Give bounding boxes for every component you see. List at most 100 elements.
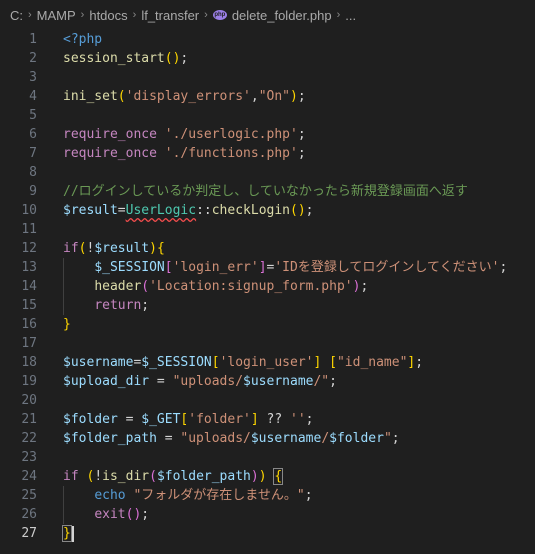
- breadcrumb-item-drive[interactable]: C:: [10, 8, 23, 23]
- code-line[interactable]: 1 <?php: [0, 30, 535, 49]
- code-line[interactable]: 19 $upload_dir = "uploads/$username/";: [0, 372, 535, 391]
- code-line[interactable]: 22 $folder_path = "uploads/$username/$fol…: [0, 429, 535, 448]
- code-token: $folder_path: [156, 469, 251, 484]
- code-token: if: [63, 241, 79, 256]
- code-line[interactable]: 13 $_SESSION['login_err']='IDを登録してログインして…: [0, 258, 535, 277]
- code-line[interactable]: 3: [0, 68, 535, 87]
- code-line[interactable]: 23: [0, 448, 535, 467]
- code-line[interactable]: 21 $folder = $_GET['folder'] ?? '';: [0, 410, 535, 429]
- line-number: 23: [21, 450, 37, 465]
- code-token: (: [141, 279, 150, 294]
- code-token: ;: [297, 127, 306, 142]
- code-text: echo "フォルダが存在しません。";: [63, 486, 312, 505]
- code-line[interactable]: 6 require_once './userlogic.php';: [0, 125, 535, 144]
- code-token: !: [94, 469, 103, 484]
- code-line[interactable]: 25 echo "フォルダが存在しません。";: [0, 486, 535, 505]
- code-line[interactable]: 5: [0, 106, 535, 125]
- code-token: $_SESSION: [141, 355, 212, 370]
- line-number: 13: [21, 260, 37, 275]
- code-line[interactable]: 26 exit();: [0, 505, 535, 524]
- code-token: checkLogin: [211, 203, 291, 218]
- breadcrumb-more[interactable]: ...: [345, 8, 356, 23]
- code-line[interactable]: 7 require_once './functions.php';: [0, 144, 535, 163]
- line-number: 8: [29, 165, 37, 180]
- code-token: 'Location:signup_form.php': [149, 279, 353, 294]
- code-text: exit();: [63, 505, 149, 524]
- code-token: (: [117, 89, 126, 104]
- code-line[interactable]: 8: [0, 163, 535, 182]
- code-text: return;: [63, 296, 149, 315]
- code-token: //ログインしているか判定し、していなかったら新規登録画面へ返す: [63, 184, 468, 199]
- line-number: 6: [29, 127, 37, 142]
- code-line[interactable]: 17: [0, 334, 535, 353]
- line-number: 15: [21, 298, 37, 313]
- code-line[interactable]: 11: [0, 220, 535, 239]
- code-token: ;: [297, 146, 306, 161]
- code-text: $upload_dir = "uploads/$username/";: [63, 372, 337, 391]
- code-text: }: [63, 315, 71, 334]
- line-number: 25: [21, 488, 37, 503]
- code-line[interactable]: 15 return;: [0, 296, 535, 315]
- code-line[interactable]: 27}: [0, 524, 535, 543]
- code-line[interactable]: 12 if(!$result){: [0, 239, 535, 258]
- line-number: 21: [21, 412, 37, 427]
- code-line[interactable]: 16}: [0, 315, 535, 334]
- code-token: ;: [499, 260, 508, 275]
- code-token: ]: [258, 260, 267, 275]
- code-token: "On": [258, 89, 290, 104]
- code-line[interactable]: 4 ini_set('display_errors',"On");: [0, 87, 535, 106]
- code-token: $folder: [63, 412, 118, 427]
- code-line[interactable]: 14 header('Location:signup_form.php');: [0, 277, 535, 296]
- code-token: 'folder': [188, 412, 251, 427]
- code-line[interactable]: 10 $result=UserLogic::checkLogin();: [0, 201, 535, 220]
- breadcrumb-separator: ›: [80, 9, 85, 21]
- line-number: 1: [29, 32, 37, 47]
- code-token: /": [313, 374, 330, 389]
- breadcrumb-item-lf-transfer[interactable]: lf_transfer: [141, 8, 199, 23]
- code-token: ;: [360, 279, 369, 294]
- php-file-icon: php: [212, 10, 227, 20]
- code-token: $result: [63, 203, 118, 218]
- code-token: {: [156, 241, 165, 256]
- code-token: $upload_dir: [63, 374, 150, 389]
- code-line[interactable]: 24 if (!is_dir($folder_path)) {: [0, 467, 535, 486]
- code-line[interactable]: 20: [0, 391, 535, 410]
- breadcrumb-item-file[interactable]: delete_folder.php: [232, 8, 332, 23]
- line-number: 17: [21, 336, 37, 351]
- code-token: (): [125, 507, 142, 522]
- code-token: {: [273, 468, 284, 485]
- line-number: 3: [29, 70, 37, 85]
- code-token: =: [149, 374, 173, 389]
- code-token: $username: [63, 355, 134, 370]
- code-text: //ログインしているか判定し、していなかったら新規登録画面へ返す: [63, 182, 468, 201]
- code-token: /: [321, 431, 330, 446]
- code-token: require_once: [63, 127, 165, 142]
- code-token: [: [164, 260, 173, 275]
- breadcrumb-item-mamp[interactable]: MAMP: [37, 8, 76, 23]
- breadcrumb-separator: ›: [132, 9, 137, 21]
- code-token: UserLogic: [125, 203, 197, 218]
- code-token: "uploads/: [180, 431, 251, 446]
- code-token: ;: [141, 507, 150, 522]
- code-line[interactable]: 9 //ログインしているか判定し、していなかったら新規登録画面へ返す: [0, 182, 535, 201]
- code-token: ): [258, 469, 267, 484]
- code-token: ): [250, 469, 259, 484]
- code-line[interactable]: 2 session_start();: [0, 49, 535, 68]
- breadcrumb-separator: ›: [28, 9, 32, 21]
- code-token: ;: [305, 412, 314, 427]
- code-editor[interactable]: 1 <?php 2 session_start(); 3 4 ini_set('displa…: [0, 30, 535, 554]
- code-text: $folder = $_GET['folder'] ?? '';: [63, 410, 314, 429]
- code-text: }: [62, 524, 74, 543]
- code-token: ;: [297, 89, 306, 104]
- code-token: is_dir: [102, 469, 150, 484]
- code-token: }: [62, 525, 72, 542]
- code-token: exit: [94, 507, 126, 522]
- code-line[interactable]: 18 $username=$_SESSION['login_user'] ["id…: [0, 353, 535, 372]
- breadcrumb-item-htdocs[interactable]: htdocs: [89, 8, 127, 23]
- code-token: if: [63, 469, 79, 484]
- code-token: ]: [250, 412, 259, 427]
- line-number: 12: [21, 241, 37, 256]
- code-token: ::: [196, 203, 212, 218]
